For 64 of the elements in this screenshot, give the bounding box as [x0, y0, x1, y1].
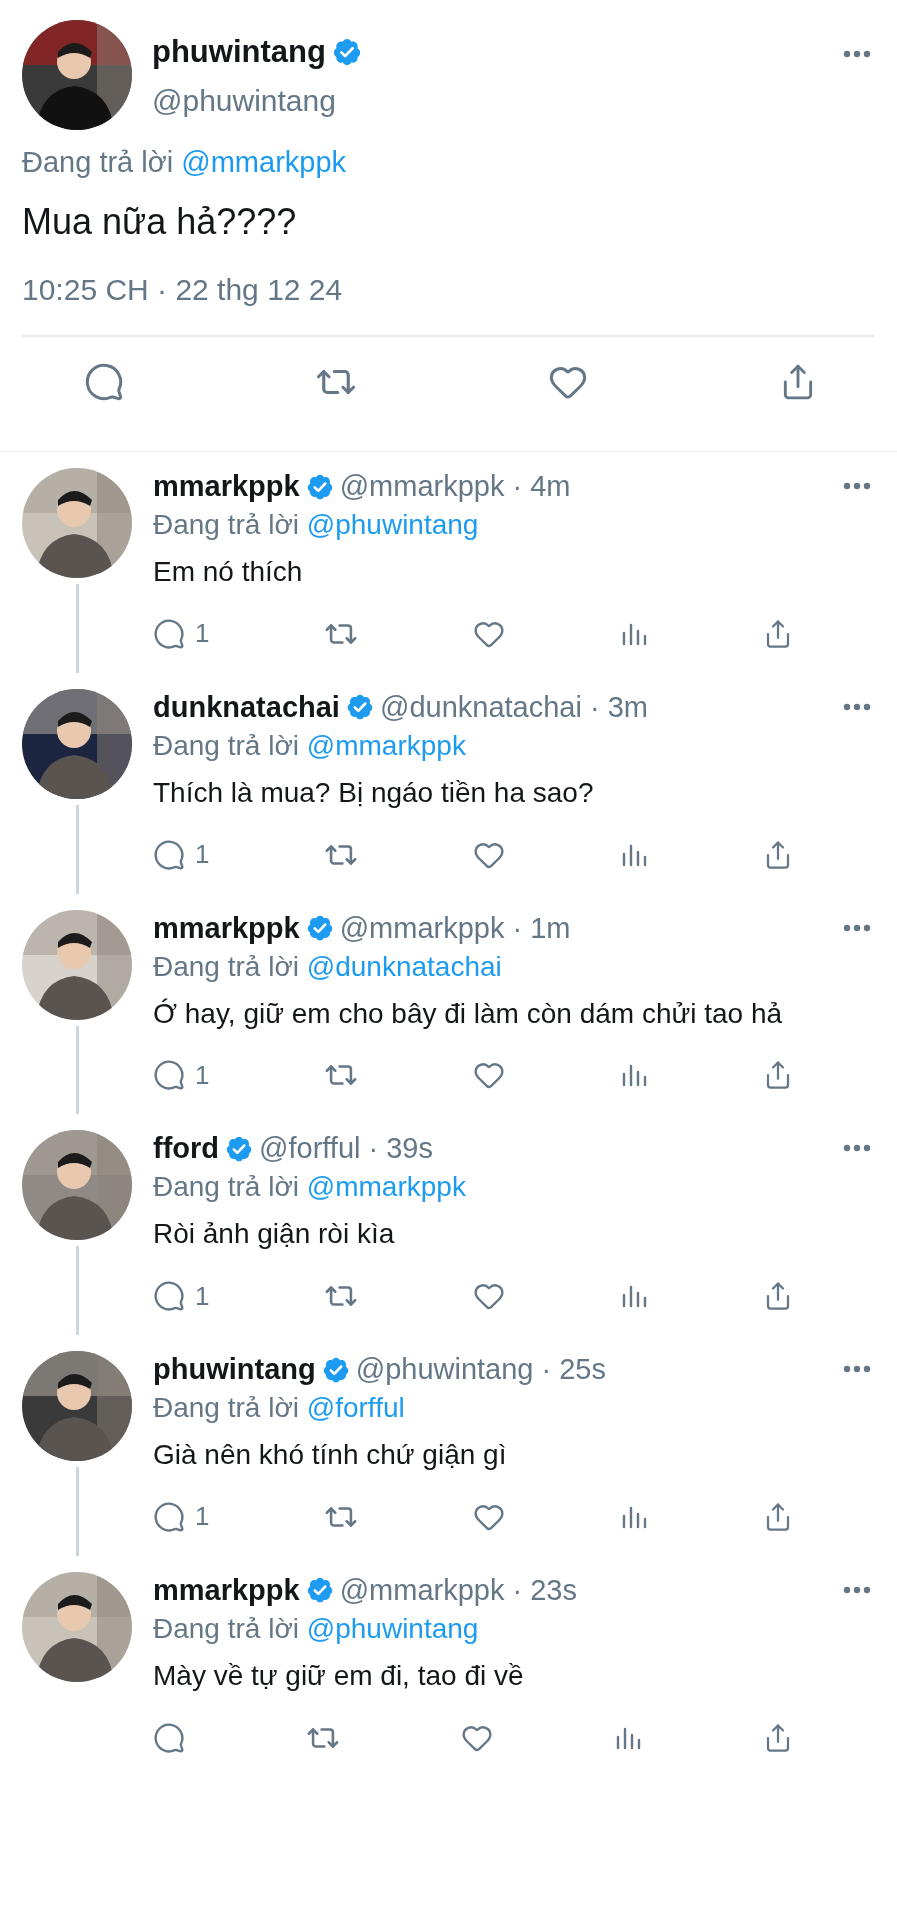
verified-badge-icon: [321, 1355, 350, 1384]
verified-badge-icon: [345, 693, 374, 722]
handle-and-time: @mmarkppk · 4m: [339, 470, 571, 503]
reply-button[interactable]: [84, 361, 124, 403]
verified-badge-icon: [305, 472, 334, 501]
replying-to-text: Đang trả lời @phuwintang: [153, 1613, 480, 1645]
verified-badge-icon: [331, 37, 362, 67]
reply-button[interactable]: [153, 1720, 185, 1755]
more-icon[interactable]: [843, 1144, 871, 1153]
more-icon[interactable]: [843, 1365, 871, 1374]
mention-link[interactable]: @mmarkppk: [181, 146, 347, 178]
display-name[interactable]: mmarkppk: [153, 470, 300, 503]
reply-icon: [153, 838, 185, 871]
handle-and-time: @mmarkppk · 1m: [339, 911, 571, 945]
reply-button[interactable]: 1: [153, 1500, 210, 1534]
more-icon[interactable]: [843, 50, 871, 58]
replying-to-text: Đang trả lời @mmarkppk: [153, 1171, 467, 1204]
reply-text: Ớ hay, giữ em cho bây đi làm còn dám chửi tao hả: [153, 996, 784, 1031]
replying-to-text: Đang trả lời @mmarkppk: [153, 729, 467, 762]
more-icon[interactable]: [843, 702, 871, 711]
replying-to-text: Đang trả lời @forfful: [153, 1392, 406, 1425]
handle-and-time: @dunknatachai · 3m: [379, 690, 648, 724]
mention-link[interactable]: @phuwintang: [306, 1613, 479, 1644]
display-name[interactable]: phuwintang: [152, 34, 326, 70]
reply-icon: [153, 1059, 185, 1092]
reply-icon: [153, 1280, 185, 1313]
replying-to-text: Đang trả lời @mmarkppk: [22, 146, 348, 179]
mention-link[interactable]: @mmarkppk: [306, 1171, 466, 1203]
reply-button[interactable]: 1: [153, 616, 210, 651]
timestamp: 10:25 CH · 22 thg 12 24: [22, 273, 344, 307]
verified-badge-icon: [305, 1576, 334, 1605]
reply-button[interactable]: 1: [153, 837, 210, 872]
reply-text: Mày về tự giữ em đi, tao đi về: [153, 1659, 525, 1693]
handle-and-time: @forfful · 39s: [259, 1132, 433, 1166]
handle: @phuwintang: [152, 84, 337, 118]
mention-link[interactable]: @mmarkppk: [306, 729, 466, 761]
reply-text: Thích là mua? Bị ngáo tiền ha sao?: [153, 775, 595, 810]
reply-text: Già nên khó tính chứ giận gì: [153, 1438, 508, 1473]
display-name[interactable]: dunknatachai: [153, 690, 340, 724]
reply-icon: [153, 1721, 185, 1754]
mention-link[interactable]: @forfful: [306, 1392, 405, 1424]
verified-badge-icon: [225, 1134, 254, 1163]
reply-button[interactable]: 1: [153, 1058, 210, 1093]
reply-icon: [84, 362, 124, 402]
reply-button[interactable]: 1: [153, 1279, 210, 1314]
more-icon[interactable]: [843, 1586, 871, 1594]
verified-badge-icon: [305, 914, 334, 943]
display-name[interactable]: fford: [153, 1132, 220, 1166]
reply-icon: [153, 1501, 185, 1533]
reply-icon: [153, 617, 185, 650]
replying-to-text: Đang trả lời @dunknatachai: [153, 950, 503, 983]
display-name[interactable]: mmarkppk: [153, 911, 300, 945]
handle-and-time: @phuwintang · 25s: [355, 1353, 606, 1387]
mention-link[interactable]: @dunknatachai: [306, 950, 502, 982]
replying-to-text: Đang trả lời @phuwintang: [153, 509, 480, 541]
reply-text: Ròi ảnh giận ròi kìa: [153, 1217, 396, 1252]
reply-text: Em nó thích: [153, 555, 304, 589]
mention-link[interactable]: @phuwintang: [306, 509, 479, 540]
more-icon[interactable]: [843, 923, 871, 932]
tweet-text: Mua nữa hả????: [22, 201, 298, 243]
more-icon[interactable]: [843, 482, 871, 490]
display-name[interactable]: phuwintang: [153, 1353, 316, 1387]
display-name[interactable]: mmarkppk: [153, 1574, 300, 1607]
handle-and-time: @mmarkppk · 23s: [339, 1574, 577, 1607]
